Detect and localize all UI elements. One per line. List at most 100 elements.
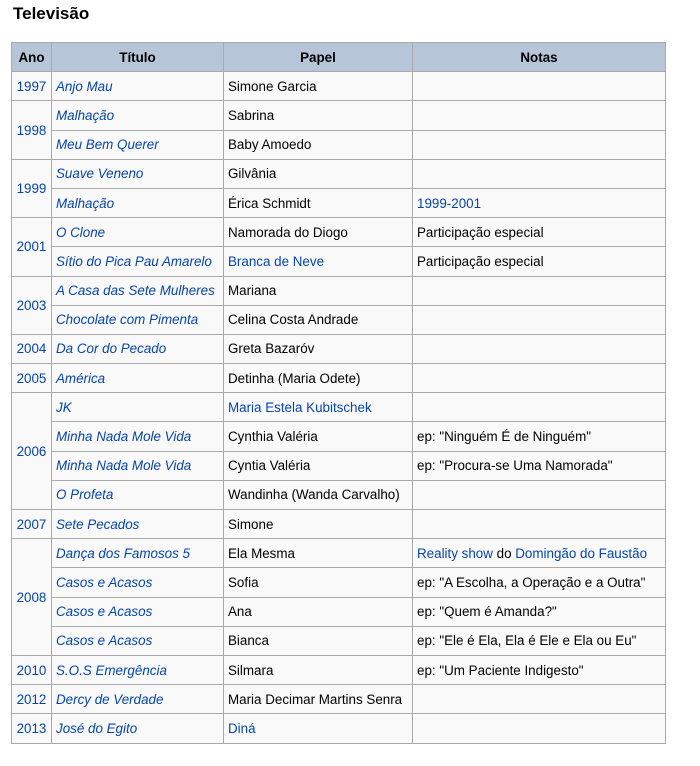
role-cell: Bianca <box>223 625 413 656</box>
role-cell: Detinha (Maria Odete) <box>223 363 413 394</box>
notes-link[interactable]: Domingão do Faustão <box>515 546 647 561</box>
column-header-notes[interactable]: Notas <box>412 41 666 73</box>
table-row: 2013 José do Egito Diná <box>11 713 666 744</box>
title-link[interactable]: Suave Veneno <box>51 158 224 189</box>
notes-cell <box>412 304 666 335</box>
role-cell: Ela Mesma <box>223 538 413 569</box>
column-header-title[interactable]: Título <box>51 41 224 73</box>
title-link[interactable]: Casos e Acasos <box>51 596 224 627</box>
year-link[interactable]: 2013 <box>11 713 52 744</box>
notes-cell <box>412 333 666 365</box>
notes-cell: Participação especial <box>412 217 666 248</box>
role-cell: Namorada do Diogo <box>223 217 413 248</box>
role-cell: Cynthia Valéria <box>223 421 413 452</box>
role-cell: Ana <box>223 596 413 627</box>
year-link[interactable]: 2003 <box>11 275 52 335</box>
notes-cell <box>412 713 666 744</box>
year-link[interactable]: 2012 <box>11 684 52 715</box>
notes-cell: ep: "Quem é Amanda?" <box>412 596 666 627</box>
notes-cell <box>412 363 666 394</box>
title-link[interactable]: Malhação <box>51 100 224 131</box>
title-link[interactable]: Minha Nada Mole Vida <box>51 421 224 452</box>
table-row: 1999 Suave Veneno Gilvânia <box>11 158 666 219</box>
title-link[interactable]: América <box>51 363 224 394</box>
table-row: 2012 Dercy de Verdade Maria Decimar Martin… <box>11 684 666 715</box>
title-link[interactable]: JK <box>51 392 224 423</box>
table-row: 2001 O Clone Namorada do Diogo Participação… <box>11 217 666 277</box>
notes-cell <box>412 508 666 540</box>
title-link[interactable]: S.O.S Emergência <box>51 654 224 686</box>
notes-cell <box>412 71 666 102</box>
notes-cell <box>412 684 666 715</box>
table-row: Minha Nada Mole Vida Cynthia Valéria ep: "… <box>12 421 666 452</box>
table-row: Sítio do Pica Pau Amarelo Branca de Neve P… <box>12 246 666 277</box>
title-link[interactable]: José do Egito <box>51 713 224 744</box>
role-cell: Wandinha (Wanda Carvalho) <box>223 479 413 511</box>
title-link[interactable]: Casos e Acasos <box>51 567 224 598</box>
notes-cell <box>412 158 666 189</box>
table-row: Meu Bem Querer Baby Amoedo <box>12 129 666 160</box>
year-link[interactable]: 1997 <box>11 71 52 102</box>
title-link[interactable]: O Clone <box>51 217 224 248</box>
title-link[interactable]: Casos e Acasos <box>51 625 224 656</box>
role-link[interactable]: Maria Estela Kubitschek <box>223 392 413 423</box>
title-link[interactable]: Meu Bem Querer <box>51 129 224 160</box>
role-cell: Baby Amoedo <box>223 129 413 160</box>
title-link[interactable]: A Casa das Sete Mulheres <box>51 275 224 306</box>
column-header-role[interactable]: Papel <box>223 41 413 73</box>
notes-text: do <box>492 545 516 561</box>
role-link[interactable]: Diná <box>223 713 413 744</box>
year-link[interactable]: 2005 <box>11 363 52 394</box>
table-row: 1997 Anjo Mau Simone Garcia <box>11 71 666 102</box>
table-row: Minha Nada Mole Vida Cyntia Valéria ep: "P… <box>12 450 666 481</box>
title-link[interactable]: Da Cor do Pecado <box>51 333 224 365</box>
notes-cell: Reality show do Domingão do Faustão <box>412 538 666 569</box>
role-cell: Sabrina <box>223 100 413 131</box>
year-link[interactable]: 2004 <box>11 333 52 365</box>
role-cell: Sofia <box>223 567 413 598</box>
role-cell: Mariana <box>223 275 413 306</box>
title-link[interactable]: O Profeta <box>51 479 224 511</box>
year-link[interactable]: 2008 <box>11 538 52 656</box>
title-link[interactable]: Sete Pecados <box>51 508 224 540</box>
title-link[interactable]: Minha Nada Mole Vida <box>51 450 224 481</box>
role-link[interactable]: Branca de Neve <box>223 246 413 277</box>
year-link[interactable]: 1998 <box>11 100 52 160</box>
role-cell: Gilvânia <box>223 158 413 189</box>
notes-cell <box>412 392 666 423</box>
role-cell: Celina Costa Andrade <box>223 304 413 335</box>
notes-cell: ep: "Procura-se Uma Namorada" <box>412 450 666 481</box>
year-link[interactable]: 2001 <box>11 217 52 277</box>
role-cell: Érica Schmidt <box>223 187 413 219</box>
title-link[interactable]: Dança dos Famosos 5 <box>51 538 224 569</box>
title-link[interactable]: Sítio do Pica Pau Amarelo <box>51 246 224 277</box>
table-row: Malhação Érica Schmidt 1999-2001 <box>12 187 666 219</box>
title-link[interactable]: Dercy de Verdade <box>51 684 224 715</box>
column-header-year[interactable]: Ano <box>11 41 52 73</box>
role-cell: Maria Decimar Martins Senra <box>223 684 413 715</box>
notes-cell <box>412 100 666 131</box>
title-link[interactable]: Malhação <box>51 187 224 219</box>
section-heading: Televisão <box>13 4 90 23</box>
table-row: 2008 Dança dos Famosos 5 Ela Mesma Reality … <box>11 538 666 656</box>
table-row: Casos e Acasos Ana ep: "Quem é Amanda?" <box>12 596 666 627</box>
role-cell: Simone <box>223 508 413 540</box>
table-row: 2003 A Casa das Sete Mulheres Mariana <box>11 275 666 335</box>
filmography-table: Ano Título Papel Notas 1997 Anjo Mau Simon… <box>11 41 666 744</box>
table-row: 2005 América Detinha (Maria Odete) <box>11 363 666 394</box>
notes-cell: ep: "Ele é Ela, Ela é Ele e Ela ou Eu" <box>412 625 666 656</box>
notes-link[interactable]: Reality show <box>417 546 493 561</box>
year-link[interactable]: 2006 <box>11 392 52 510</box>
title-link[interactable]: Chocolate com Pimenta <box>51 304 224 335</box>
notes-cell: ep: "A Escolha, a Operação e a Outra" <box>412 567 666 598</box>
year-link[interactable]: 2007 <box>11 508 52 540</box>
year-link[interactable]: 1999 <box>11 158 52 219</box>
notes-cell: ep: "Um Paciente Indigesto" <box>412 654 666 686</box>
table-row: 2004 Da Cor do Pecado Greta Bazaróv <box>11 333 666 365</box>
role-cell: Silmara <box>223 654 413 686</box>
notes-cell <box>412 479 666 511</box>
table-header-row: Ano Título Papel Notas <box>11 41 666 73</box>
year-link[interactable]: 2010 <box>11 654 52 686</box>
title-link[interactable]: Anjo Mau <box>51 71 224 102</box>
notes-link[interactable]: 1999-2001 <box>412 187 666 219</box>
